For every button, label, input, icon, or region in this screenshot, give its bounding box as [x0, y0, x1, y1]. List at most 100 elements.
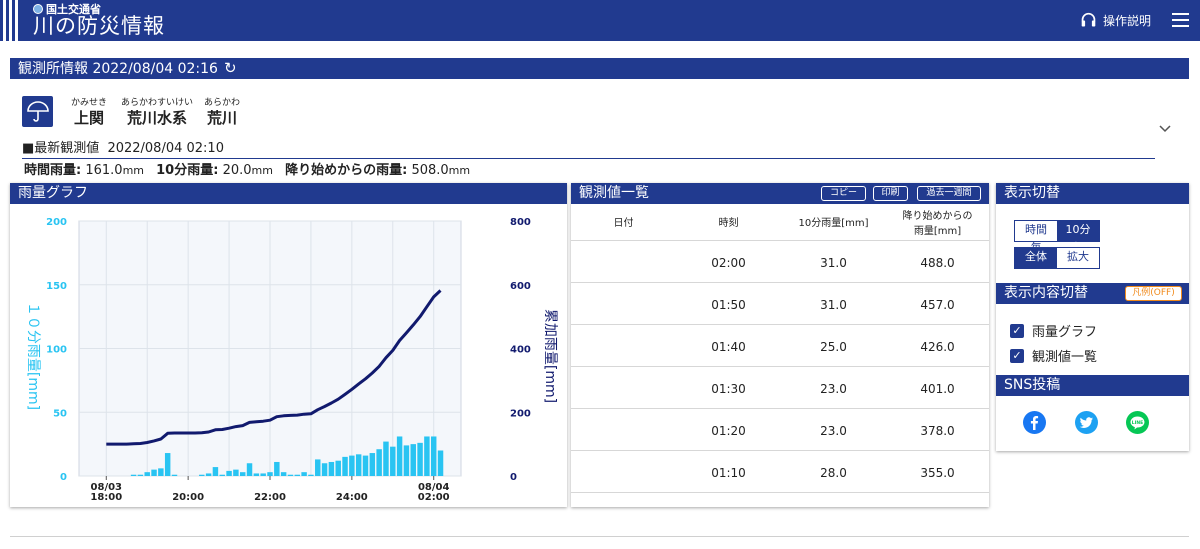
site-title[interactable]: 川の防災情報 — [33, 13, 165, 39]
help-label: 操作説明 — [1103, 14, 1152, 28]
rain-bar — [287, 474, 294, 476]
right-tick-label: 0 — [510, 472, 517, 483]
line-icon[interactable]: LINE — [1126, 411, 1149, 434]
svg-text:LINE: LINE — [1132, 420, 1143, 426]
left-tick-label: 0 — [60, 472, 67, 483]
rain-bar — [253, 473, 260, 476]
checkbox-icon[interactable]: ✓ — [1010, 323, 1024, 338]
cell-time: 01:40 — [711, 340, 746, 354]
table-header: 日付 時刻 10分雨量[mm] 降り始めからの 雨量[mm] — [571, 204, 989, 241]
rain-bar — [335, 460, 341, 476]
cell-time: 02:00 — [711, 256, 746, 270]
check-observation-list[interactable]: ✓ 観測値一覧 — [1010, 346, 1097, 365]
rain-bar — [246, 463, 253, 476]
cumulative-rain-label: 降り始めからの雨量: — [285, 163, 408, 178]
rain-bar — [342, 456, 348, 476]
cell-rain10: 23.0 — [820, 424, 847, 438]
chevron-down-icon[interactable] — [1159, 122, 1171, 136]
cell-cumulative: 378.0 — [920, 424, 955, 438]
latest-label: ■最新観測値 — [22, 141, 100, 156]
right-axis-label: 累加雨量[mm] — [542, 309, 558, 403]
refresh-icon[interactable]: ↻ — [224, 58, 237, 79]
rain-bar — [280, 472, 287, 476]
copy-button[interactable]: コピー — [821, 186, 866, 201]
past-week-button[interactable]: 過去一週間 — [917, 186, 981, 201]
rain-bar — [403, 445, 410, 476]
x-tick-time: 22:00 — [254, 492, 286, 503]
latest-observation: ■最新観測値 2022/08/04 02:10 — [22, 141, 224, 157]
rain-bar — [396, 436, 403, 476]
location-station: かみせき 上関 — [71, 98, 108, 127]
rain-bar — [151, 469, 157, 476]
x-tick-time: 24:00 — [336, 492, 368, 503]
enlarge-toggle[interactable]: 拡大 — [1057, 248, 1099, 268]
rain-bar — [226, 470, 232, 476]
rain-bar — [233, 469, 239, 476]
zoom-toggle: 全体 拡大 — [1014, 247, 1100, 269]
print-button[interactable]: 印刷 — [873, 186, 908, 201]
cell-rain10: 25.0 — [820, 340, 847, 354]
rain-bar — [274, 461, 280, 476]
left-tick-label: 200 — [46, 217, 67, 228]
station-info-title: 観測所情報 2022/08/04 02:16 ↻ — [10, 58, 1189, 79]
hamburger-menu-icon[interactable] — [1172, 13, 1189, 27]
rain-bar — [199, 474, 205, 476]
cell-time: 01:30 — [711, 382, 746, 396]
top-header: 国土交通省 川の防災情報 操作説明 — [0, 0, 1200, 41]
help-button[interactable]: 操作説明 — [1080, 12, 1151, 29]
rain-bar — [376, 449, 382, 476]
all-toggle[interactable]: 全体 — [1015, 248, 1057, 268]
rain-bar — [328, 461, 335, 476]
cell-rain10: 31.0 — [820, 298, 847, 312]
cell-rain10: 23.0 — [820, 382, 847, 396]
latest-time: 2022/08/04 02:10 — [107, 141, 224, 156]
sns-title: SNS投稿 — [996, 375, 1189, 396]
observation-list-card: 観測値一覧 コピー 印刷 過去一週間 日付 時刻 10分雨量[mm] 降り始めか… — [571, 183, 989, 507]
station-info-title-text: 観測所情報 2022/08/04 02:16 — [18, 61, 218, 77]
table-row: 01:30 23.0 401.0 — [571, 367, 989, 409]
rain-bar — [383, 441, 389, 476]
observation-table: 日付 時刻 10分雨量[mm] 降り始めからの 雨量[mm] 02:00 31.0… — [571, 204, 989, 493]
rain-chart[interactable]: 200150100500800600400200008/0318:00 20:00… — [10, 204, 567, 507]
rain-bar — [239, 472, 246, 476]
legend-toggle-button[interactable]: 凡例(OFF) — [1125, 286, 1182, 301]
cumulative-rain-value: 508.0 — [411, 163, 449, 178]
check-observation-list-label: 観測値一覧 — [1032, 350, 1098, 365]
cell-cumulative: 401.0 — [920, 382, 955, 396]
tenmin-rain-value: 20.0 — [222, 163, 252, 178]
divider — [22, 158, 1155, 159]
cell-time: 01:10 — [711, 466, 746, 480]
check-rain-graph[interactable]: ✓ 雨量グラフ — [1010, 321, 1097, 340]
headset-icon — [1081, 12, 1096, 27]
rain-bar — [321, 463, 328, 476]
rain-bar — [212, 467, 219, 476]
hourly-toggle[interactable]: 時間毎 — [1015, 221, 1057, 254]
checkbox-icon[interactable]: ✓ — [1010, 348, 1024, 363]
facebook-icon[interactable] — [1023, 411, 1046, 434]
interval-toggle: 時間毎 10分毎 — [1014, 220, 1100, 254]
location-river: あらかわ 荒川 — [204, 98, 241, 127]
rain-bar — [137, 474, 144, 476]
header-rain10: 10分雨量[mm] — [798, 218, 869, 229]
rain-bar — [369, 453, 376, 476]
x-tick-time: 18:00 — [90, 492, 122, 503]
table-row: 01:20 23.0 378.0 — [571, 409, 989, 451]
rain-bar — [144, 472, 150, 476]
rain-bar — [437, 450, 444, 476]
header-stripes — [0, 0, 26, 41]
tenmin-toggle[interactable]: 10分毎 — [1057, 221, 1099, 254]
hourly-rain-label: 時間雨量: — [24, 163, 82, 178]
cell-cumulative: 355.0 — [920, 466, 955, 480]
rain-bar — [260, 473, 266, 476]
cell-time: 01:20 — [711, 424, 746, 438]
content-switch-title-text: 表示内容切替 — [1004, 285, 1088, 301]
footer-divider — [10, 536, 1189, 537]
rain-bar — [164, 453, 171, 476]
cell-cumulative: 457.0 — [920, 298, 955, 312]
rain-bar — [130, 474, 137, 476]
rain-bar — [355, 454, 362, 476]
check-rain-graph-label: 雨量グラフ — [1032, 325, 1098, 340]
header-time: 時刻 — [718, 218, 739, 229]
twitter-icon[interactable] — [1075, 411, 1098, 434]
header-date: 日付 — [613, 218, 634, 229]
